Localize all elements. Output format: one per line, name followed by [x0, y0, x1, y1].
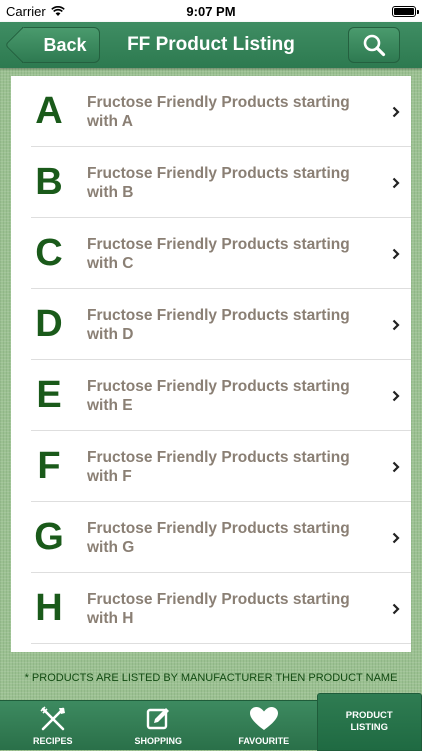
pencil-note-icon [144, 706, 172, 732]
list-item-a[interactable]: A Fructose Friendly Products starting wi… [11, 76, 411, 147]
chevron-right-icon [392, 106, 400, 118]
list-item-label: Fructose Friendly Products starting with… [87, 519, 381, 557]
fork-knife-icon [39, 706, 67, 732]
list-item-letter: H [11, 587, 87, 630]
list-item-f[interactable]: F Fructose Friendly Products starting wi… [11, 431, 411, 502]
tab-product-listing[interactable]: PRODUCT LISTING [317, 693, 422, 751]
list-item-letter: C [11, 232, 87, 275]
chevron-right-icon [392, 461, 400, 473]
list-item-label: Fructose Friendly Products starting with… [87, 164, 381, 202]
list-item-c[interactable]: C Fructose Friendly Products starting wi… [11, 218, 411, 289]
chevron-right-icon [392, 319, 400, 331]
list-item-g[interactable]: G Fructose Friendly Products starting wi… [11, 502, 411, 573]
battery-icon [392, 6, 416, 17]
tab-recipes[interactable]: RECIPES [0, 701, 106, 750]
list-item-letter: B [11, 161, 87, 204]
navigation-bar: Back FF Product Listing [0, 22, 422, 68]
listing-footnote: * PRODUCTS ARE LISTED BY MANUFACTURER TH… [0, 672, 422, 684]
chevron-right-icon [392, 248, 400, 260]
list-item-label: Fructose Friendly Products starting with… [87, 377, 381, 415]
tab-bar: RECIPES SHOPPING FAVOURITE PRODUCT LISTI… [0, 700, 422, 750]
list-item-label: Fructose Friendly Products starting with… [87, 93, 381, 131]
search-icon [362, 33, 386, 57]
tab-label: FAVOURITE [238, 736, 289, 746]
chevron-right-icon [392, 177, 400, 189]
tab-label: PRODUCT LISTING [346, 710, 393, 734]
chevron-right-icon [392, 390, 400, 402]
page-title: FF Product Listing [110, 22, 312, 68]
list-item-label: Fructose Friendly Products starting with… [87, 235, 381, 273]
tab-shopping[interactable]: SHOPPING [106, 701, 212, 750]
list-item-letter: G [11, 516, 87, 559]
list-item-letter: F [11, 445, 87, 488]
chevron-right-icon [392, 603, 400, 615]
search-button[interactable] [348, 27, 400, 63]
back-button-label: Back [43, 35, 86, 56]
tab-favourite[interactable]: FAVOURITE [211, 701, 317, 750]
list-item-label: Fructose Friendly Products starting with… [87, 306, 381, 344]
list-item-label: Fructose Friendly Products starting with… [87, 590, 381, 628]
product-letter-list: A Fructose Friendly Products starting wi… [11, 76, 411, 652]
list-item-letter: D [11, 303, 87, 346]
list-item-d[interactable]: D Fructose Friendly Products starting wi… [11, 289, 411, 360]
chevron-right-icon [392, 532, 400, 544]
back-button[interactable]: Back [22, 27, 100, 63]
list-item-letter: A [11, 90, 87, 133]
status-bar: Carrier 9:07 PM [0, 0, 422, 22]
list-item-letter: E [11, 374, 87, 417]
tab-label: SHOPPING [134, 736, 182, 746]
list-item-b[interactable]: B Fructose Friendly Products starting wi… [11, 147, 411, 218]
tab-label: RECIPES [33, 736, 73, 746]
list-item-h[interactable]: H Fructose Friendly Products starting wi… [11, 573, 411, 644]
heart-icon [249, 706, 279, 732]
list-item-label: Fructose Friendly Products starting with… [87, 448, 381, 486]
list-item-e[interactable]: E Fructose Friendly Products starting wi… [11, 360, 411, 431]
status-time: 9:07 PM [0, 4, 422, 19]
row-separator [31, 643, 411, 644]
